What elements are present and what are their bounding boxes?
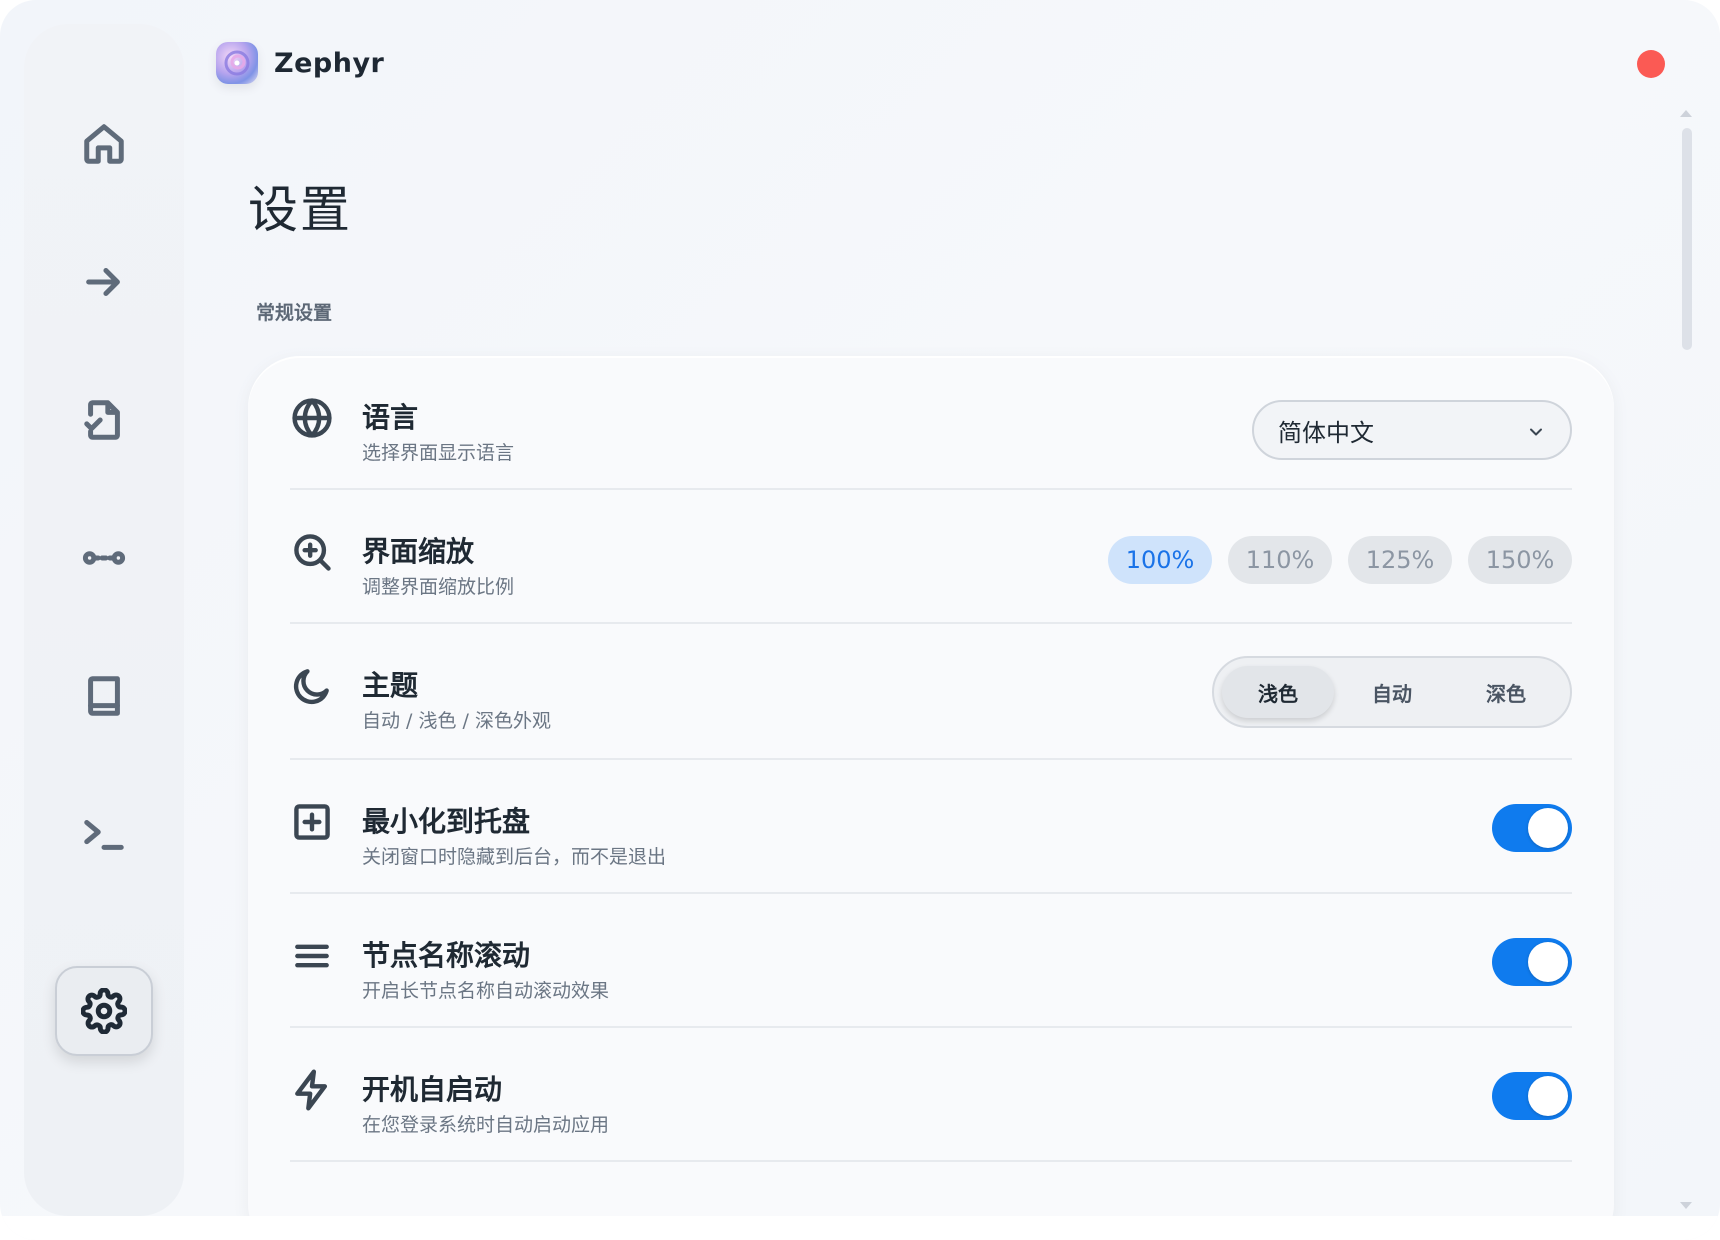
- setting-row-language: 语言 选择界面显示语言 简体中文: [290, 356, 1572, 490]
- menu-lines-icon: [290, 934, 334, 978]
- toggle-knob: [1528, 1076, 1568, 1116]
- scroll-down-arrow[interactable]: [1680, 1202, 1692, 1209]
- setting-title: 语言: [362, 401, 419, 434]
- zoom-option-125[interactable]: 125%: [1348, 536, 1452, 584]
- language-select[interactable]: 简体中文: [1252, 400, 1572, 460]
- theme-option-auto[interactable]: 自动: [1336, 666, 1448, 718]
- divider: [290, 1160, 1572, 1162]
- zoom-option-150[interactable]: 150%: [1468, 536, 1572, 584]
- setting-description: 开启长节点名称自动滚动效果: [362, 980, 610, 1002]
- language-select-value: 简体中文: [1278, 418, 1374, 447]
- app-name: Zephyr: [274, 47, 385, 79]
- setting-row-tray: 最小化到托盘 关闭窗口时隐藏到后台，而不是退出: [290, 760, 1572, 894]
- zoom-in-icon: [290, 530, 334, 574]
- page-title: 设置: [248, 181, 352, 239]
- settings-icon: [81, 988, 127, 1034]
- setting-title: 节点名称滚动: [362, 939, 531, 972]
- setting-description: 关闭窗口时隐藏到后台，而不是退出: [362, 846, 667, 868]
- toggle-knob: [1528, 942, 1568, 982]
- setting-title: 开机自启动: [362, 1073, 503, 1106]
- autostart-toggle[interactable]: [1492, 1072, 1572, 1120]
- section-title: 常规设置: [256, 302, 333, 324]
- zoom-option-110[interactable]: 110%: [1228, 536, 1332, 584]
- setting-row-autostart: 开机自启动 在您登录系统时自动启动应用: [290, 1028, 1572, 1162]
- nav-settings[interactable]: [55, 966, 153, 1056]
- nav-proxies[interactable]: [64, 242, 144, 322]
- setting-title: 主题: [362, 669, 419, 702]
- app-logo: [216, 42, 258, 84]
- setting-row-node-scroll: 节点名称滚动 开启长节点名称自动滚动效果: [290, 894, 1572, 1028]
- brand: Zephyr: [216, 42, 384, 84]
- scroll-up-arrow[interactable]: [1680, 110, 1692, 117]
- setting-description: 在您登录系统时自动启动应用: [362, 1114, 610, 1136]
- globe-icon: [290, 396, 334, 440]
- home-icon: [84, 124, 124, 164]
- setting-row-zoom: 界面缩放 调整界面缩放比例 100% 110% 125% 150%: [290, 490, 1572, 624]
- setting-title: 最小化到托盘: [362, 805, 531, 838]
- lightning-icon: [290, 1068, 334, 1112]
- tray-toggle[interactable]: [1492, 804, 1572, 852]
- nav-logs[interactable]: [64, 794, 144, 874]
- app-window: Zephyr 设置 常规设置 语言 选择界面显示语言 简体中文 界面缩放 调整界…: [0, 0, 1720, 1240]
- chevron-down-icon: [1526, 420, 1546, 440]
- theme-segmented-control: 浅色 自动 深色: [1212, 656, 1572, 728]
- setting-description: 调整界面缩放比例: [362, 576, 515, 598]
- zoom-option-100[interactable]: 100%: [1108, 536, 1212, 584]
- book-icon: [88, 676, 120, 716]
- setting-title: 界面缩放: [362, 535, 475, 568]
- zoom-options: 100% 110% 125% 150%: [1108, 536, 1572, 584]
- close-button[interactable]: [1637, 50, 1665, 78]
- settings-card: 语言 选择界面显示语言 简体中文 界面缩放 调整界面缩放比例 100% 110%…: [248, 356, 1614, 1240]
- node-scroll-toggle[interactable]: [1492, 938, 1572, 986]
- moon-icon: [290, 664, 334, 708]
- nav-profiles[interactable]: [64, 380, 144, 460]
- arrow-right-icon: [86, 268, 120, 296]
- swirl-logo-icon: [224, 50, 250, 76]
- file-check-icon: [84, 400, 120, 440]
- plus-square-icon: [290, 800, 334, 844]
- theme-option-dark[interactable]: 深色: [1450, 666, 1562, 718]
- scrollbar-thumb[interactable]: [1682, 128, 1692, 350]
- nav-home[interactable]: [64, 104, 144, 184]
- setting-description: 自动 / 浅色 / 深色外观: [362, 710, 551, 732]
- sidebar: [24, 24, 184, 1216]
- terminal-icon: [84, 820, 124, 850]
- nav-rules[interactable]: [64, 656, 144, 736]
- window-bottom-edge: [0, 1216, 1720, 1240]
- setting-description: 选择界面显示语言: [362, 442, 515, 464]
- setting-row-theme: 主题 自动 / 浅色 / 深色外观 浅色 自动 深色: [290, 624, 1572, 760]
- toggle-knob: [1528, 808, 1568, 848]
- nav-connections[interactable]: [64, 518, 144, 598]
- theme-option-light[interactable]: 浅色: [1222, 666, 1334, 718]
- connection-icon: [82, 551, 126, 565]
